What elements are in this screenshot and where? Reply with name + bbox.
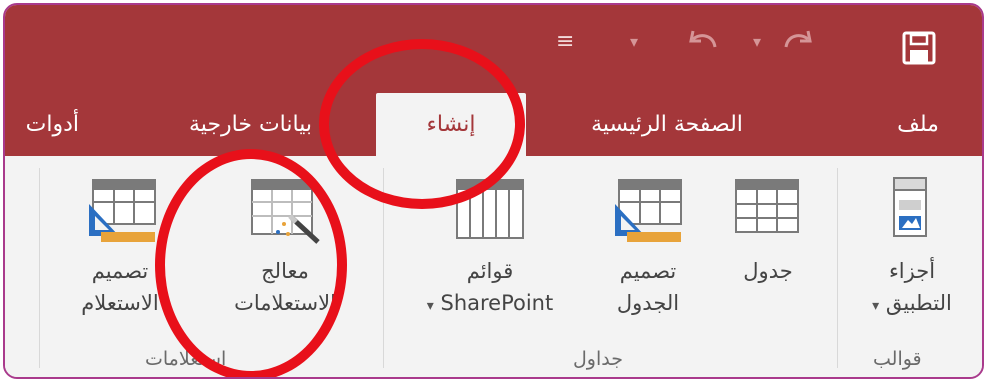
table-icon (735, 179, 799, 233)
tab-external-data[interactable]: بيانات خارجية (153, 93, 348, 156)
query-design-label-1: تصميم (91, 259, 149, 283)
app-parts-label-2: التطبيق ▾ (872, 291, 952, 315)
customize-toolbar-icon[interactable]: ≡ (556, 27, 574, 57)
app-parts-button[interactable]: أجزاء التطبيق ▾ (857, 174, 967, 322)
tab-database-tools[interactable]: أدوات (5, 93, 79, 156)
sharepoint-lists-label-1: قوائم (466, 259, 514, 283)
redo-dropdown-icon[interactable]: ▾ (753, 27, 761, 57)
group-label-templates: قوالب (873, 348, 922, 370)
app-parts-icon (893, 177, 927, 237)
query-design-button[interactable]: تصميم الاستعلام (45, 174, 195, 319)
table-button[interactable]: جدول (713, 174, 823, 287)
tab-file[interactable]: ملف (883, 93, 953, 156)
group-separator (383, 168, 384, 368)
undo-dropdown-icon[interactable]: ▾ (630, 27, 638, 57)
query-wizard-icon (251, 179, 320, 244)
query-wizard-button[interactable]: معالج الاستعلامات (200, 174, 370, 319)
table-label: جدول (743, 259, 793, 283)
ribbon-tabs: ملف الصفحة الرئيسية إنشاء بيانات خارجية … (5, 93, 982, 156)
table-design-label-2: الجدول (616, 291, 680, 315)
table-design-button[interactable]: تصميم الجدول (593, 174, 703, 319)
save-icon[interactable] (902, 31, 936, 65)
query-wizard-label-1: معالج (261, 259, 309, 283)
redo-icon[interactable] (780, 25, 816, 59)
tab-create[interactable]: إنشاء (376, 93, 526, 156)
group-separator (837, 168, 838, 368)
ribbon-panel: أجزاء التطبيق ▾ قوالب جدول تصميم الجدول … (5, 156, 982, 377)
title-bar: ▾ ▾ ≡ (5, 5, 982, 93)
group-label-queries: استعلامات (145, 348, 227, 370)
tab-home[interactable]: الصفحة الرئيسية (547, 93, 787, 156)
screenshot-frame: ▾ ▾ ≡ ملف الصفحة الرئيسية إنشاء بيانات خ… (3, 3, 984, 379)
undo-icon[interactable] (685, 25, 721, 59)
query-design-icon (89, 179, 156, 242)
query-design-label-2: الاستعلام (81, 291, 159, 315)
app-parts-label-1: أجزاء (888, 259, 936, 283)
table-design-label-1: تصميم (619, 259, 677, 283)
group-label-tables: جداول (573, 348, 623, 370)
group-separator (39, 168, 40, 368)
table-design-icon (615, 179, 682, 242)
sharepoint-lists-icon (456, 179, 524, 239)
query-wizard-label-2: الاستعلامات (234, 291, 336, 315)
sharepoint-lists-label-2: SharePoint ▾ (426, 291, 554, 315)
sharepoint-lists-button[interactable]: قوائم SharePoint ▾ (405, 174, 575, 322)
